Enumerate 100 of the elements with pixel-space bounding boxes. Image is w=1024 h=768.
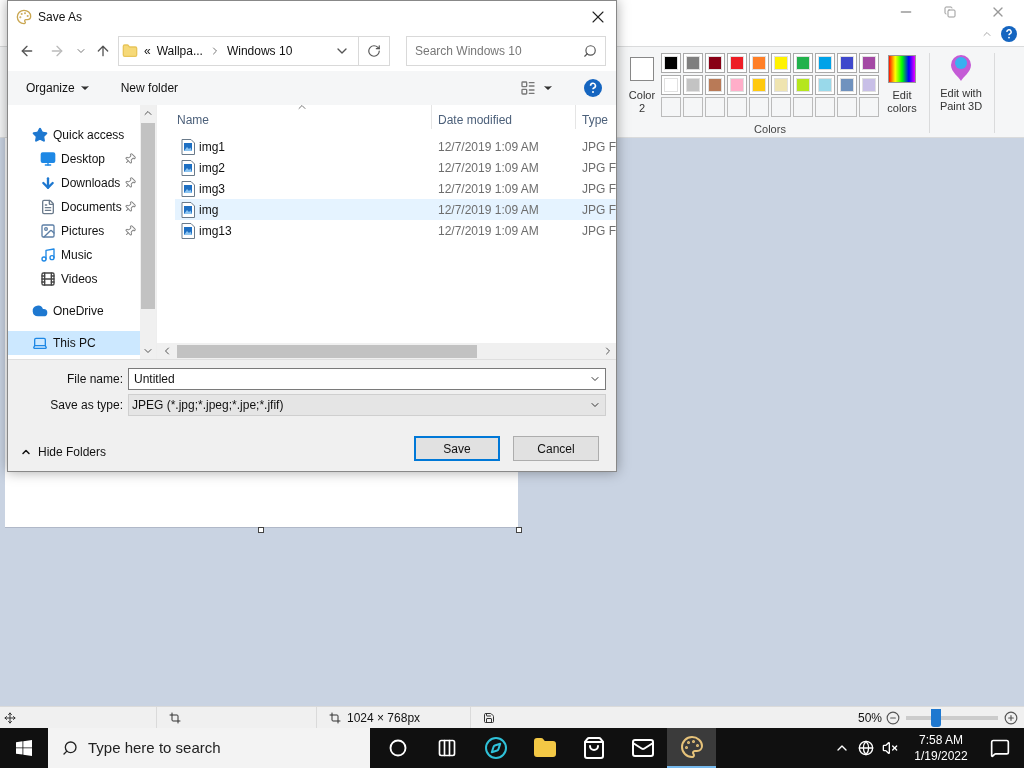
scroll-thumb[interactable] (141, 123, 155, 309)
resize-handle[interactable] (516, 527, 522, 533)
empty-swatch[interactable] (837, 97, 857, 117)
nav-label: Downloads (61, 175, 122, 192)
taskbar-app[interactable] (667, 728, 716, 768)
empty-swatch[interactable] (705, 97, 725, 117)
browser-icon[interactable] (483, 736, 508, 760)
notification-icon[interactable] (990, 738, 1010, 758)
empty-swatch[interactable] (859, 97, 879, 117)
taskbar-search[interactable]: Type here to search (48, 728, 370, 768)
empty-swatch[interactable] (815, 97, 835, 117)
forward-icon[interactable] (49, 43, 65, 59)
nav-label: Quick access (53, 127, 126, 144)
column-header[interactable]: Name (157, 105, 432, 129)
up-icon[interactable] (95, 43, 111, 59)
date-modified: 12/7/2019 1:09 AM (437, 222, 540, 240)
mail-icon[interactable] (630, 736, 655, 760)
cancel-button[interactable]: Cancel (513, 436, 599, 461)
file-row[interactable]: img3 12/7/2019 1:09 AM JPG F (175, 178, 616, 199)
image-file-icon (181, 159, 195, 176)
file-name: img2 (199, 159, 225, 177)
clock-date[interactable]: 1/19/2022 (914, 748, 968, 764)
muted-volume-icon[interactable] (882, 740, 898, 756)
file-name: img (199, 201, 219, 219)
circle-icon[interactable] (388, 739, 407, 757)
empty-swatch[interactable] (727, 97, 747, 117)
nav-item[interactable]: Music (8, 243, 140, 267)
task-view-icon[interactable] (436, 738, 457, 758)
save-icon (483, 711, 496, 724)
monitor-icon (40, 151, 56, 167)
nav-item[interactable]: Videos (8, 267, 140, 291)
save-type-label: Save as type: (49, 397, 124, 414)
save-button[interactable]: Save (414, 436, 500, 461)
horizontal-scrollbar[interactable] (157, 343, 616, 359)
file-row[interactable]: img13 12/7/2019 1:09 AM JPG F (175, 220, 616, 241)
address-bar[interactable]: « Wallpa... Windows 10 (118, 36, 390, 66)
selection-icon (169, 711, 181, 724)
column-header[interactable]: Type (576, 105, 608, 129)
edit-paint3d-label[interactable]: Edit with Paint 3D (932, 87, 990, 113)
search-field[interactable]: Search Windows 10 (406, 36, 606, 66)
nav-item[interactable]: Documents (8, 195, 140, 219)
refresh-icon[interactable] (367, 44, 381, 58)
palette-icon[interactable] (679, 735, 704, 759)
restore-icon[interactable] (944, 6, 956, 18)
breadcrumb-item[interactable]: Wallpa... (156, 42, 203, 60)
file-type: JPG F (581, 222, 616, 240)
zoom-in-icon[interactable] (1004, 710, 1018, 725)
nav-item[interactable]: OneDrive (8, 299, 140, 323)
slider-thumb[interactable] (930, 708, 941, 727)
empty-swatch[interactable] (749, 97, 769, 117)
date-modified: 12/7/2019 1:09 AM (437, 201, 540, 219)
color-spectrum-icon[interactable] (888, 55, 916, 83)
save-type-dropdown[interactable]: JPEG (*.jpg;*.jpeg;*.jpe;*.jfif) (128, 394, 606, 416)
file-row[interactable]: img1 12/7/2019 1:09 AM JPG F (175, 136, 616, 157)
column-header[interactable]: Date modified (432, 105, 576, 129)
help-icon[interactable] (1001, 26, 1017, 42)
color-swatch[interactable] (630, 57, 654, 81)
organize-button[interactable]: Organize (26, 79, 91, 97)
back-icon[interactable] (19, 43, 35, 59)
image-file-icon (181, 138, 195, 155)
computer-icon (32, 335, 48, 351)
network-icon[interactable] (858, 740, 874, 756)
nav-label: Documents (61, 199, 123, 216)
zoom-level: 50% (857, 709, 882, 727)
file-row[interactable]: img2 12/7/2019 1:09 AM JPG F (175, 157, 616, 178)
empty-swatch[interactable] (793, 97, 813, 117)
nav-item[interactable]: Quick access (8, 123, 140, 147)
file-name-field[interactable]: Untitled (128, 368, 606, 390)
nav-item[interactable]: Desktop (8, 147, 140, 171)
vertical-scrollbar[interactable] (140, 105, 156, 359)
zoom-out-icon[interactable] (886, 710, 900, 725)
edit-colors-label[interactable]: Edit colors (882, 89, 922, 115)
search-placeholder: Type here to search (88, 737, 221, 758)
view-options-icon[interactable] (520, 80, 536, 96)
scroll-thumb[interactable] (177, 344, 477, 358)
zoom-slider[interactable] (906, 708, 998, 727)
cloud-icon (32, 303, 48, 319)
windows-logo-icon[interactable] (16, 740, 32, 756)
clock-time[interactable]: 7:58 AM (919, 732, 963, 748)
nav-label: This PC (53, 335, 97, 352)
breadcrumb-item[interactable]: Windows 10 (226, 42, 293, 60)
nav-item[interactable]: This PC (8, 331, 140, 355)
file-row[interactable]: img 12/7/2019 1:09 AM JPG F (175, 199, 616, 220)
empty-swatch[interactable] (683, 97, 703, 117)
nav-item[interactable]: Downloads (8, 171, 140, 195)
resize-handle[interactable] (258, 527, 264, 533)
nav-label: Desktop (61, 151, 107, 168)
file-type: JPG F (581, 180, 616, 198)
overflow-chevron[interactable]: « (144, 42, 151, 60)
search-placeholder: Search Windows 10 (415, 43, 523, 60)
empty-swatch[interactable] (771, 97, 791, 117)
empty-swatch[interactable] (661, 97, 681, 117)
help-icon[interactable] (584, 79, 602, 97)
shopping-bag-icon[interactable] (581, 736, 606, 760)
image-file-icon (181, 222, 195, 239)
file-name-value: Untitled (134, 371, 176, 388)
folder-icon[interactable] (532, 736, 557, 760)
hide-folders-button[interactable]: Hide Folders (20, 442, 107, 461)
new-folder-button[interactable]: New folder (120, 79, 179, 97)
nav-item[interactable]: Pictures (8, 219, 140, 243)
